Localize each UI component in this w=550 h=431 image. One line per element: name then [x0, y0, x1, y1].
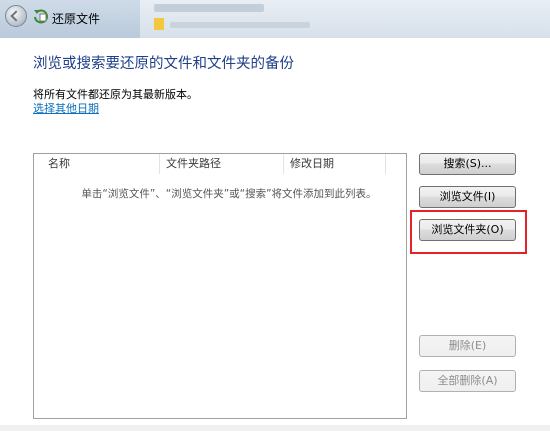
background-window-text [154, 4, 264, 12]
column-header-date-modified[interactable]: 修改日期 [284, 154, 386, 174]
delete-all-button[interactable]: 全部删除(A) [419, 370, 516, 392]
delete-button[interactable]: 删除(E) [419, 335, 516, 357]
restore-files-icon [34, 9, 48, 24]
file-list[interactable]: 名称 文件夹路径 修改日期 单击“浏览文件”、“浏览文件夹”或“搜索”将文件添加… [33, 153, 407, 419]
folder-icon [154, 18, 164, 30]
empty-list-message: 单击“浏览文件”、“浏览文件夹”或“搜索”将文件添加到此列表。 [81, 188, 377, 200]
column-header-folder-path[interactable]: 文件夹路径 [160, 154, 284, 174]
dialog-bottom-edge [0, 425, 550, 431]
search-button[interactable]: 搜索(S)... [419, 153, 516, 175]
browse-files-button[interactable]: 浏览文件(I) [419, 186, 516, 208]
highlight-box [410, 210, 527, 254]
background-window-text [170, 22, 310, 28]
back-button[interactable] [5, 5, 27, 27]
choose-other-date-link[interactable]: 选择其他日期 [33, 100, 99, 116]
column-header-name[interactable]: 名称 [42, 154, 160, 174]
background-window [140, 0, 550, 38]
page-heading: 浏览或搜索要还原的文件和文件夹的备份 [33, 56, 294, 72]
window-title: 还原文件 [52, 12, 101, 26]
